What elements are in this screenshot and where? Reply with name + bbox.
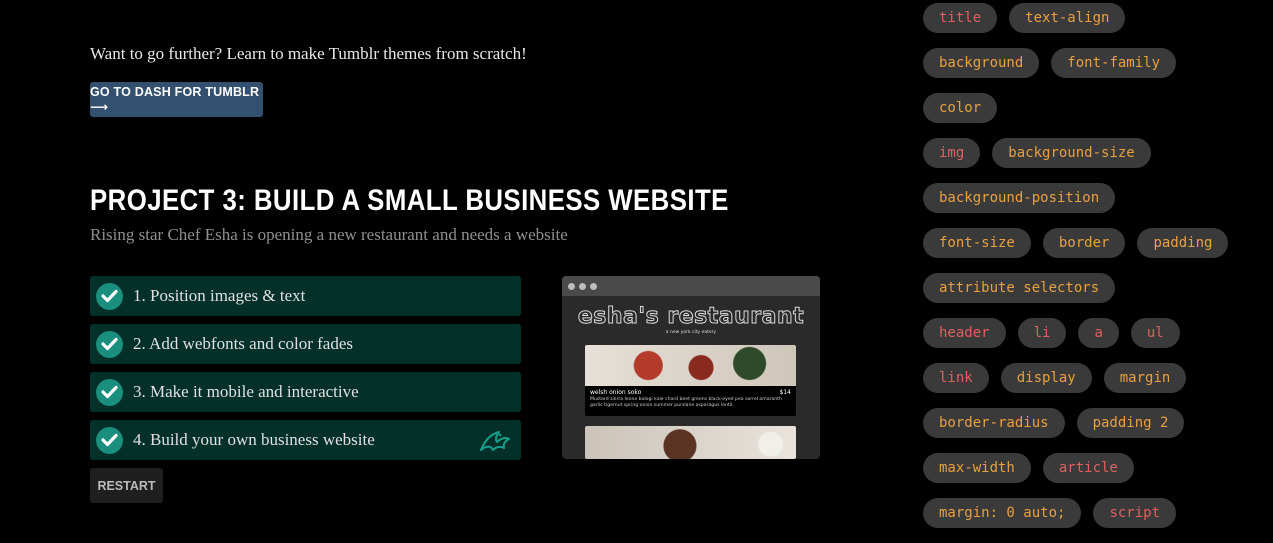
concept-tag[interactable]: display xyxy=(1000,363,1092,393)
go-to-dash-button[interactable]: GO TO DASH FOR TUMBLR ⟶ xyxy=(90,82,263,117)
browser-bar xyxy=(562,276,820,296)
website-preview: esha's restaurant a new york city eatery… xyxy=(562,276,820,459)
concept-tag[interactable]: header xyxy=(923,318,1006,348)
dish-description: Mustard sierra leone bologi kale chard b… xyxy=(590,397,782,408)
checkmark-icon xyxy=(96,426,123,454)
project-subtitle: Rising star Chef Esha is opening a new r… xyxy=(90,225,568,244)
concept-tag[interactable]: link xyxy=(923,363,989,393)
concept-tag[interactable]: text-align xyxy=(1009,3,1126,33)
tag-row: attribute selectors xyxy=(923,273,1253,318)
restart-button[interactable]: RESTART xyxy=(90,468,163,503)
tag-row: max-width article xyxy=(923,453,1253,498)
concept-tag[interactable]: li xyxy=(1017,318,1067,348)
tag-row: border-radius padding 2 xyxy=(923,408,1253,453)
checkmark-icon xyxy=(96,282,123,310)
concept-tag-cloud: title text-align background font-family colo… xyxy=(923,3,1253,543)
concept-tag[interactable]: max-width xyxy=(923,453,1031,483)
step-label: 2. Add webfonts and color fades xyxy=(133,334,354,353)
step-label: 3. Make it mobile and interactive xyxy=(133,382,359,401)
checkmark-icon xyxy=(96,330,123,358)
concept-tag[interactable]: font-family xyxy=(1051,48,1177,78)
concept-tag[interactable]: font-size xyxy=(923,228,1031,258)
step-item-3[interactable]: 3. Make it mobile and interactive xyxy=(90,372,521,412)
checkmark-icon xyxy=(96,378,123,406)
dragon-icon xyxy=(479,426,511,458)
tag-row: font-size border padding xyxy=(923,228,1253,273)
concept-tag[interactable]: border xyxy=(1042,228,1126,258)
dish-card: welsh onion soko $14 Mustard sierra leon… xyxy=(585,345,796,416)
tag-row: title text-align xyxy=(923,3,1253,48)
concept-tag[interactable]: article xyxy=(1042,453,1134,483)
dish-price: $14 xyxy=(779,389,791,396)
concept-tag[interactable]: background xyxy=(923,48,1040,78)
concept-tag[interactable]: img xyxy=(923,138,981,168)
tag-row: link display margin xyxy=(923,363,1253,408)
tag-row: margin: 0 auto; script xyxy=(923,498,1253,543)
tag-row: img background-size xyxy=(923,138,1253,183)
dish-name: welsh onion soko xyxy=(590,389,642,396)
tag-row: background font-family xyxy=(923,48,1253,93)
concept-tag[interactable]: margin xyxy=(1103,363,1187,393)
window-dot-icon xyxy=(568,282,575,290)
concept-tag[interactable]: padding 2 xyxy=(1076,408,1185,438)
step-label: 1. Position images & text xyxy=(133,286,306,305)
restaurant-tagline: a new york city eatery xyxy=(665,330,717,335)
window-dot-icon xyxy=(590,282,597,290)
concept-tag[interactable]: background-size xyxy=(992,138,1151,168)
concept-tag[interactable]: padding xyxy=(1137,228,1229,258)
concept-tag[interactable]: attribute selectors xyxy=(923,273,1116,303)
dish-card-2-image xyxy=(585,426,796,459)
step-item-2[interactable]: 2. Add webfonts and color fades xyxy=(90,324,521,364)
project-title: PROJECT 3: BUILD A SMALL BUSINESS WEBSIT… xyxy=(90,184,729,217)
concept-tag[interactable]: a xyxy=(1078,318,1119,348)
step-label: 4. Build your own business website xyxy=(133,430,375,449)
tag-row: header li a ul xyxy=(923,318,1253,363)
concept-tag[interactable]: title xyxy=(923,3,998,33)
restaurant-title: esha's restaurant xyxy=(577,304,805,330)
concept-tag[interactable]: background-position xyxy=(923,183,1116,213)
tag-row: background-position xyxy=(923,183,1253,228)
concept-tag[interactable]: border-radius xyxy=(923,408,1065,438)
step-item-1[interactable]: 1. Position images & text xyxy=(90,276,521,316)
step-item-4[interactable]: 4. Build your own business website xyxy=(90,420,521,460)
concept-tag[interactable]: color xyxy=(923,93,998,123)
concept-tag[interactable]: ul xyxy=(1130,318,1180,348)
step-list: 1. Position images & text 2. Add webfont… xyxy=(90,276,521,468)
dish-image xyxy=(585,345,796,386)
concept-tag[interactable]: script xyxy=(1093,498,1177,528)
concept-tag[interactable]: margin: 0 auto; xyxy=(923,498,1082,528)
intro-text: Want to go further? Learn to make Tumblr… xyxy=(90,44,527,63)
window-dot-icon xyxy=(579,282,586,290)
tag-row: color xyxy=(923,93,1253,138)
